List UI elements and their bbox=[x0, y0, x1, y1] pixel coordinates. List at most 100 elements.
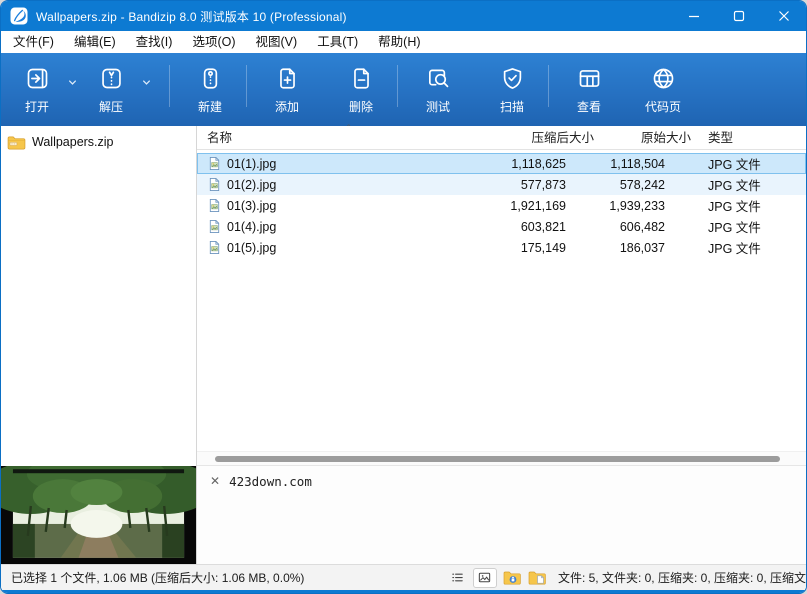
compressed-size: 175,149 bbox=[488, 241, 600, 255]
add-button[interactable]: 添加 bbox=[261, 61, 313, 118]
archive-comment-panel: ✕ 423down.com bbox=[197, 465, 806, 564]
file-name: 01(5).jpg bbox=[227, 241, 276, 255]
new-button-label: 新建 bbox=[198, 98, 222, 115]
toolbar-separator bbox=[397, 65, 398, 107]
delete-button-label: 删除 bbox=[349, 98, 373, 115]
chevron-down-icon[interactable] bbox=[137, 63, 155, 103]
extract-icon bbox=[98, 65, 125, 95]
view-button-label: 查看 bbox=[577, 98, 601, 115]
file-row-01(5).jpg[interactable]: 01(5).jpg 175,149186,037JPG 文件 bbox=[197, 237, 806, 258]
file-list: 01(1).jpg1,118,6251,118,504JPG 文件01(2).j… bbox=[197, 150, 806, 451]
add-button-label: 添加 bbox=[275, 98, 299, 115]
delete-button[interactable]: 删除 bbox=[335, 61, 387, 118]
scan-button-label: 扫描 bbox=[500, 98, 524, 115]
toolbar-separator bbox=[169, 65, 170, 107]
file-type: JPG 文件 bbox=[698, 238, 805, 257]
new-button[interactable]: 新建 bbox=[184, 61, 236, 118]
file-type: JPG 文件 bbox=[698, 196, 805, 215]
compressed-size: 577,873 bbox=[488, 178, 600, 192]
extract-button-label: 解压 bbox=[99, 98, 123, 115]
file-row-01(3).jpg[interactable]: 01(3).jpg1,921,1691,939,233JPG 文件 bbox=[197, 195, 806, 216]
jpg-file-icon bbox=[207, 219, 222, 234]
selection-summary: 已选择 1 个文件, 1.06 MB (压缩后大小: 1.06 MB, 0.0%… bbox=[11, 569, 304, 586]
original-size: 606,482 bbox=[600, 220, 698, 234]
list-header: ˆ 名称 压缩后大小 原始大小 类型 bbox=[197, 126, 806, 150]
window-bottom-border bbox=[1, 590, 806, 593]
folder-copy-icon[interactable] bbox=[528, 570, 547, 586]
sidebar-item-archive-root[interactable]: Wallpapers.zip bbox=[1, 130, 196, 154]
compressed-size: 1,921,169 bbox=[488, 199, 600, 213]
menu-item-4[interactable]: 选项(O) bbox=[182, 31, 245, 53]
scan-button[interactable]: 扫描 bbox=[486, 61, 538, 118]
preview-image bbox=[1, 466, 196, 564]
file-type: JPG 文件 bbox=[698, 217, 805, 236]
column-header-type[interactable]: 类型 bbox=[698, 127, 806, 149]
extract-button[interactable]: 解压 bbox=[85, 61, 137, 118]
original-size: 1,939,233 bbox=[600, 199, 698, 213]
list-view-icon[interactable] bbox=[446, 568, 470, 588]
title-bar: Wallpapers.zip - Bandizip 8.0 测试版本 10 (P… bbox=[1, 1, 806, 31]
bandizip-logo-icon bbox=[10, 7, 28, 25]
file-name: 01(4).jpg bbox=[227, 220, 276, 234]
menu-bar: 文件(F)编辑(E)查找(I)选项(O)视图(V)工具(T)帮助(H) bbox=[1, 31, 806, 53]
archive-name-label: Wallpapers.zip bbox=[32, 135, 114, 149]
menu-item-6[interactable]: 工具(T) bbox=[307, 31, 368, 53]
add-file-icon bbox=[274, 65, 301, 95]
original-size: 186,037 bbox=[600, 241, 698, 255]
open-button[interactable]: 打开 bbox=[11, 61, 63, 118]
image-view-icon[interactable] bbox=[473, 568, 497, 588]
delete-file-icon bbox=[348, 65, 375, 95]
comment-close-icon[interactable]: ✕ bbox=[210, 474, 220, 489]
menu-item-2[interactable]: 编辑(E) bbox=[64, 31, 126, 53]
scan-shield-icon bbox=[499, 65, 526, 95]
jpg-file-icon bbox=[207, 156, 222, 171]
file-type: JPG 文件 bbox=[698, 154, 805, 173]
archive-stats: 文件: 5, 文件夹: 0, 压缩夹: 0, 压缩夹: 0, 压缩文 bbox=[558, 569, 806, 586]
column-header-name[interactable]: 名称 bbox=[197, 127, 488, 149]
maximize-icon[interactable] bbox=[716, 1, 761, 31]
column-header-compressed-size[interactable]: 压缩后大小 bbox=[488, 127, 600, 149]
chevron-down-icon[interactable] bbox=[63, 63, 81, 103]
window-controls bbox=[671, 1, 806, 31]
bandizip-window: Wallpapers.zip - Bandizip 8.0 测试版本 10 (P… bbox=[0, 0, 807, 594]
codepage-button[interactable]: 代码页 bbox=[637, 61, 689, 118]
horizontal-scrollbar[interactable] bbox=[197, 451, 806, 465]
close-icon[interactable] bbox=[761, 1, 806, 31]
image-preview-pane bbox=[1, 466, 196, 564]
view-table-icon bbox=[576, 65, 603, 95]
zip-folder-icon bbox=[7, 135, 26, 150]
file-row-01(4).jpg[interactable]: 01(4).jpg 603,821606,482JPG 文件 bbox=[197, 216, 806, 237]
main-area: Wallpapers.zip bbox=[1, 126, 806, 564]
archive-tree-panel: Wallpapers.zip bbox=[1, 126, 197, 564]
view-button[interactable]: 查看 bbox=[563, 61, 615, 118]
status-bar: 已选择 1 个文件, 1.06 MB (压缩后大小: 1.06 MB, 0.0%… bbox=[1, 564, 806, 590]
archive-comment-text: 423down.com bbox=[229, 474, 312, 489]
folder-lock-icon[interactable] bbox=[503, 570, 522, 586]
horizontal-scrollbar-thumb[interactable] bbox=[215, 456, 780, 462]
column-header-original-size[interactable]: 原始大小 bbox=[600, 127, 698, 149]
jpg-file-icon bbox=[207, 240, 222, 255]
test-button[interactable]: 测试 bbox=[412, 61, 464, 118]
jpg-file-icon bbox=[207, 177, 222, 192]
file-name: 01(1).jpg bbox=[227, 157, 276, 171]
codepage-button-label: 代码页 bbox=[645, 98, 681, 115]
compressed-size: 603,821 bbox=[488, 220, 600, 234]
new-archive-icon bbox=[197, 65, 224, 95]
menu-item-1[interactable]: 文件(F) bbox=[3, 31, 64, 53]
minimize-icon[interactable] bbox=[671, 1, 716, 31]
file-name: 01(2).jpg bbox=[227, 178, 276, 192]
menu-item-5[interactable]: 视图(V) bbox=[246, 31, 308, 53]
menu-item-3[interactable]: 查找(I) bbox=[126, 31, 183, 53]
open-button-label: 打开 bbox=[25, 98, 49, 115]
original-size: 578,242 bbox=[600, 178, 698, 192]
open-archive-icon bbox=[24, 65, 51, 95]
window-title: Wallpapers.zip - Bandizip 8.0 测试版本 10 (P… bbox=[36, 8, 347, 25]
toolbar-separator bbox=[548, 65, 549, 107]
file-row-01(1).jpg[interactable]: 01(1).jpg1,118,6251,118,504JPG 文件 bbox=[197, 153, 806, 174]
sort-ascending-icon: ˆ bbox=[347, 124, 350, 135]
compressed-size: 1,118,625 bbox=[488, 157, 600, 171]
menu-item-7[interactable]: 帮助(H) bbox=[368, 31, 430, 53]
file-list-panel: ˆ 名称 压缩后大小 原始大小 类型 01(1).jpg1,118,6251,1… bbox=[197, 126, 806, 564]
file-row-01(2).jpg[interactable]: 01(2).jpg577,873578,242JPG 文件 bbox=[197, 174, 806, 195]
toolbar: 打开 解压 新建 添加 删除 测试扫描 查看 代码页 bbox=[1, 53, 806, 126]
